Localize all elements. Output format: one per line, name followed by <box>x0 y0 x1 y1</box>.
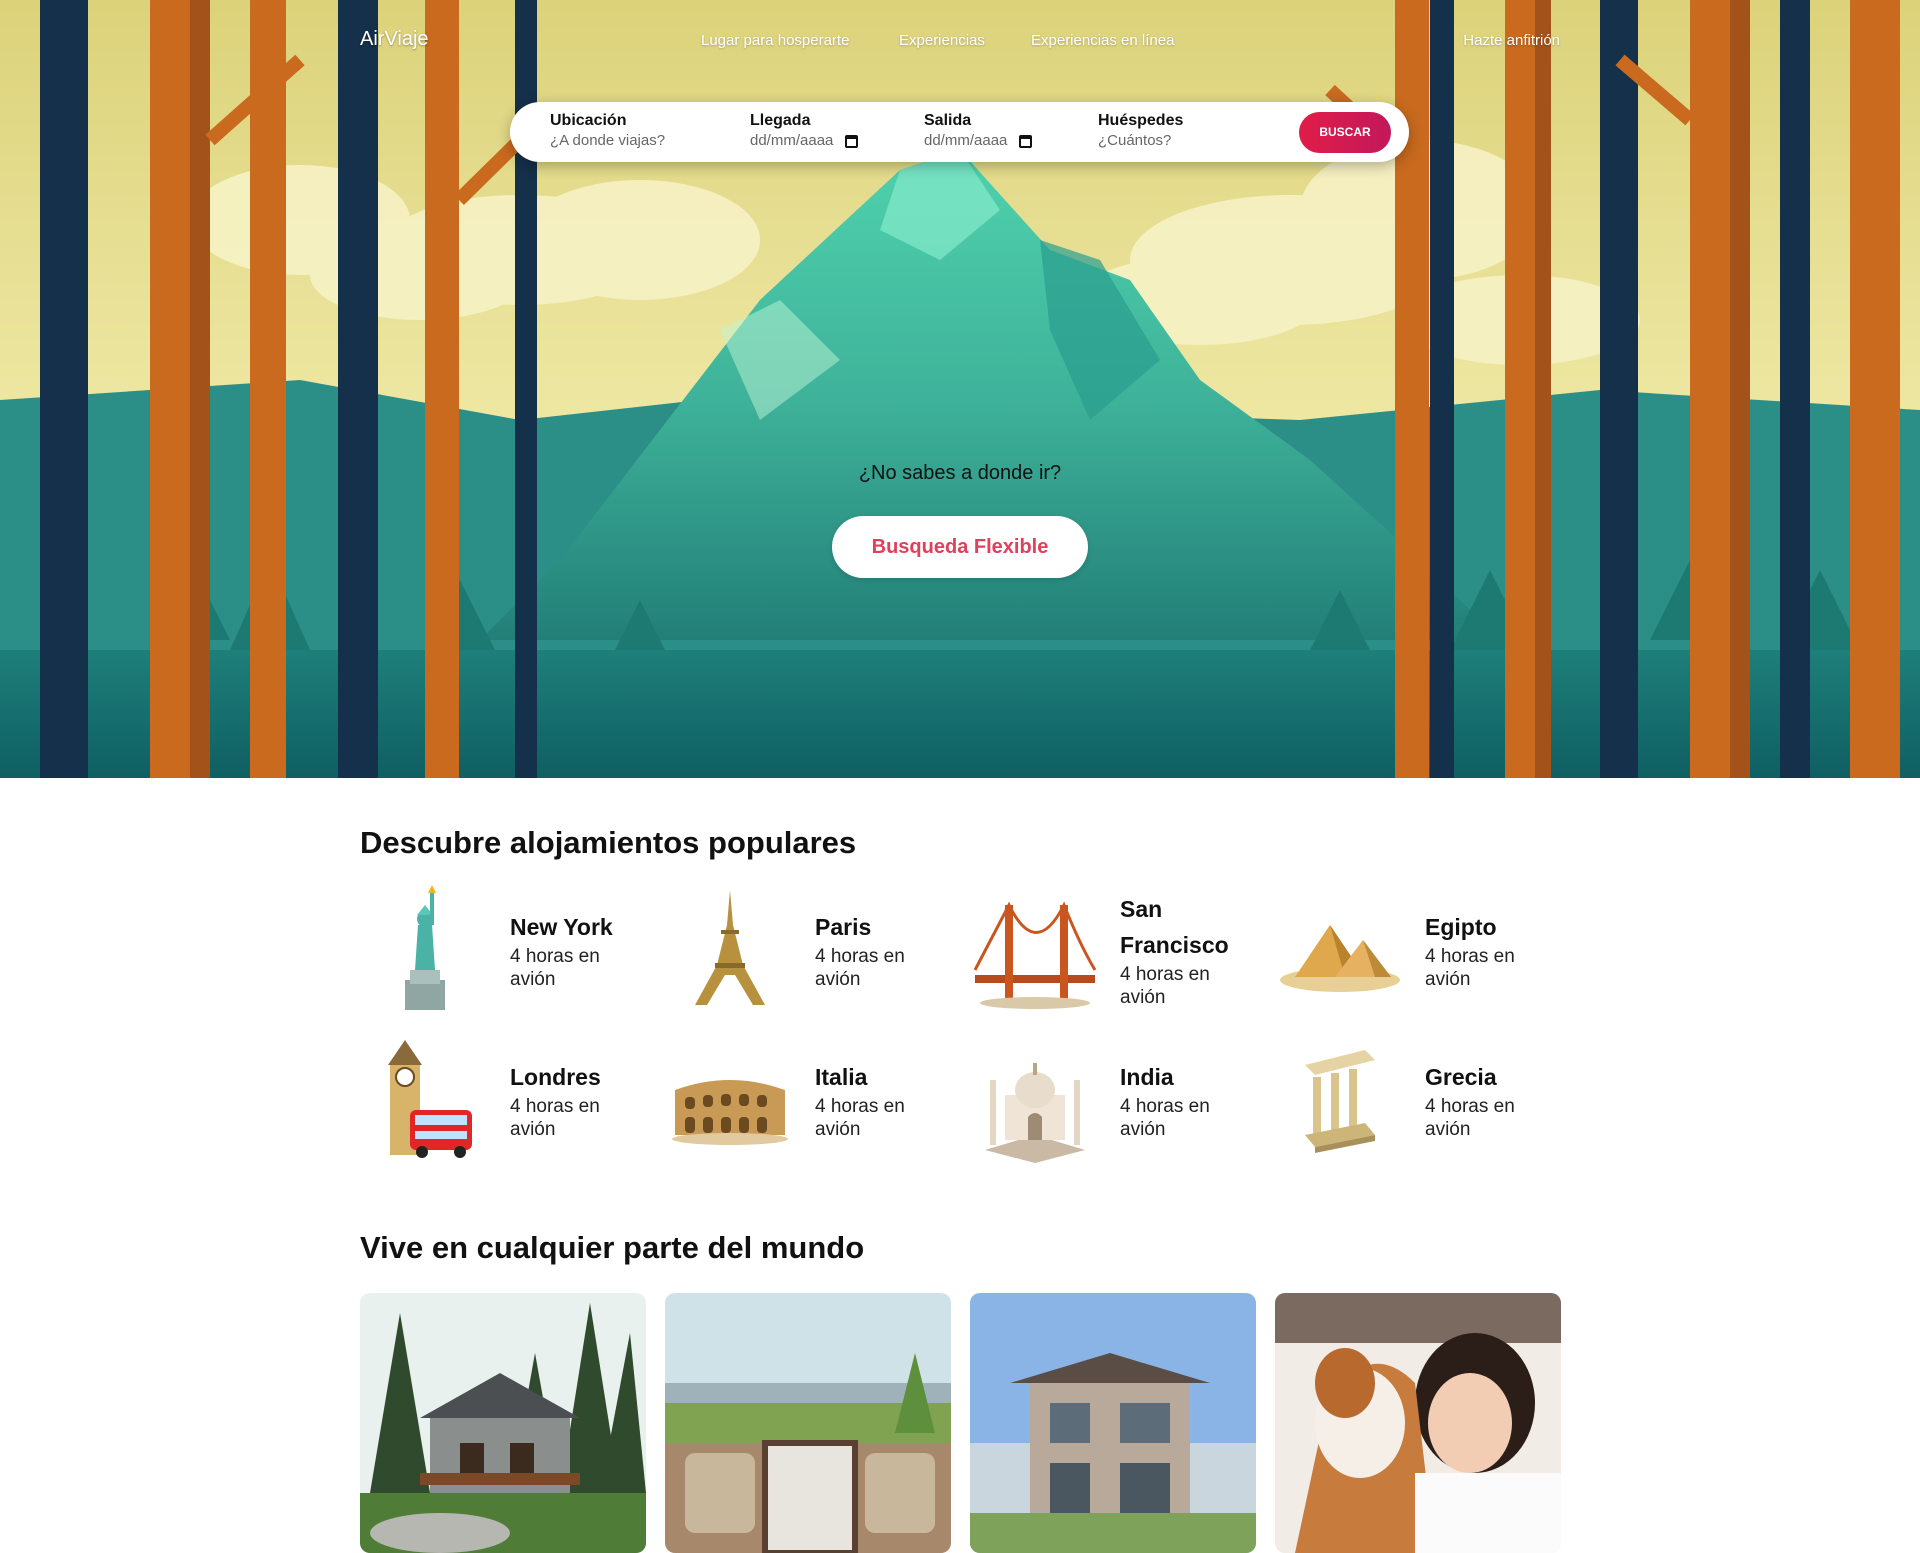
destination-travel-time: 4 horas en avión <box>510 946 600 990</box>
location-label: Ubicación <box>550 112 627 129</box>
destination-name: Grecia <box>1425 1064 1497 1090</box>
become-host-link[interactable]: Hazte anfitrión <box>1463 32 1560 49</box>
pyramids-icon <box>1280 925 1400 992</box>
calendar-icon[interactable] <box>1019 135 1033 148</box>
colosseum-icon <box>672 1080 788 1145</box>
destination-name: Italia <box>815 1064 868 1090</box>
destination-name: New York <box>510 914 613 940</box>
nav-link-experiences[interactable]: Experiencias <box>899 32 985 49</box>
destination-travel-time: 4 horas en avión <box>815 946 905 990</box>
arrival-date-input[interactable]: dd/mm/aaaa <box>750 132 859 149</box>
calendar-icon[interactable] <box>845 135 859 148</box>
destination-travel-time: 4 horas en avión <box>1425 1096 1515 1140</box>
destination-text: San Francisco 4 horas en avión <box>1120 885 1245 1015</box>
destination-name: Egipto <box>1425 914 1497 940</box>
greek-temple-icon <box>1305 1050 1375 1153</box>
taj-mahal-icon <box>985 1063 1085 1163</box>
guests-field[interactable]: Huéspedes ¿Cuántos? <box>1098 112 1183 149</box>
hero-banner: AirViaje Lugar para hosperarte Experienc… <box>0 0 1920 778</box>
destination-card-san-francisco[interactable]: San Francisco 4 horas en avión <box>970 885 1270 1025</box>
rooftop-terrace-card[interactable] <box>665 1293 951 1553</box>
destination-name: San Francisco <box>1120 896 1229 958</box>
big-ben-icon <box>388 1040 472 1158</box>
destination-text: Egipto 4 horas en avión <box>1425 885 1550 1015</box>
statue-of-liberty-icon <box>405 885 445 1010</box>
nav-link-stays[interactable]: Lugar para hosperarte <box>701 32 849 49</box>
forest-cabin-card[interactable] <box>360 1293 646 1553</box>
modern-house-photo <box>970 1293 1256 1553</box>
departure-date-placeholder: dd/mm/aaaa <box>924 132 1008 149</box>
location-input[interactable]: ¿A donde viajas? <box>550 132 665 149</box>
destination-text: New York 4 horas en avión <box>510 885 635 1015</box>
modern-house-card[interactable] <box>970 1293 1256 1553</box>
departure-label: Salida <box>924 112 972 129</box>
destination-card-paris[interactable]: Paris 4 horas en avión <box>665 885 965 1025</box>
arrival-label: Llegada <box>750 112 811 129</box>
eiffel-tower-icon <box>695 890 765 1005</box>
destination-card-grecia[interactable]: Grecia 4 horas en avión <box>1275 1035 1575 1175</box>
location-field[interactable]: Ubicación ¿A donde viajas? <box>550 112 665 149</box>
destination-travel-time: 4 horas en avión <box>1120 1096 1210 1140</box>
destination-travel-time: 4 horas en avión <box>510 1096 600 1140</box>
destination-name: Londres <box>510 1064 601 1090</box>
guests-input[interactable]: ¿Cuántos? <box>1098 132 1183 149</box>
destination-travel-time: 4 horas en avión <box>1425 946 1515 990</box>
guests-label: Huéspedes <box>1098 112 1184 129</box>
destination-text: Grecia 4 horas en avión <box>1425 1035 1550 1165</box>
arrival-field[interactable]: Llegada dd/mm/aaaa <box>750 112 859 149</box>
departure-field[interactable]: Salida dd/mm/aaaa <box>924 112 1033 149</box>
search-bar: Ubicación ¿A donde viajas? Llegada dd/mm… <box>510 102 1409 162</box>
golden-gate-bridge-icon <box>973 901 1097 1009</box>
destination-card-italia[interactable]: Italia 4 horas en avión <box>665 1035 965 1175</box>
destination-name: Paris <box>815 914 872 940</box>
woman-with-dog-card[interactable] <box>1275 1293 1561 1553</box>
arrival-date-placeholder: dd/mm/aaaa <box>750 132 834 149</box>
destination-travel-time: 4 horas en avión <box>1120 964 1210 1008</box>
destination-card-new-york[interactable]: New York 4 horas en avión <box>360 885 660 1025</box>
rooftop-terrace-photo <box>665 1293 951 1553</box>
woman-with-dog-photo <box>1275 1293 1561 1553</box>
popular-section-title: Descubre alojamientos populares <box>360 825 857 860</box>
top-nav: AirViaje Lugar para hosperarte Experienc… <box>0 0 1920 80</box>
nav-link-online-experiences[interactable]: Experiencias en línea <box>1031 32 1174 49</box>
departure-date-input[interactable]: dd/mm/aaaa <box>924 132 1033 149</box>
flexible-question: ¿No sabes a donde ir? <box>858 462 1062 484</box>
destination-name: India <box>1120 1064 1174 1090</box>
flexible-search-button[interactable]: Busqueda Flexible <box>832 516 1088 578</box>
destination-travel-time: 4 horas en avión <box>815 1096 905 1140</box>
destination-text: Londres 4 horas en avión <box>510 1035 635 1165</box>
brand-logo[interactable]: AirViaje <box>360 28 429 51</box>
destination-text: Paris 4 horas en avión <box>815 885 940 1015</box>
destination-card-india[interactable]: India 4 horas en avión <box>970 1035 1270 1175</box>
forest-cabin-photo <box>360 1293 646 1553</box>
destination-card-londres[interactable]: Londres 4 horas en avión <box>360 1035 660 1175</box>
live-anywhere-section-title: Vive en cualquier parte del mundo <box>360 1230 865 1265</box>
destination-text: India 4 horas en avión <box>1120 1035 1245 1165</box>
search-button[interactable]: BUSCAR <box>1299 112 1391 153</box>
destination-text: Italia 4 horas en avión <box>815 1035 940 1165</box>
destination-card-egipto[interactable]: Egipto 4 horas en avión <box>1275 885 1575 1025</box>
